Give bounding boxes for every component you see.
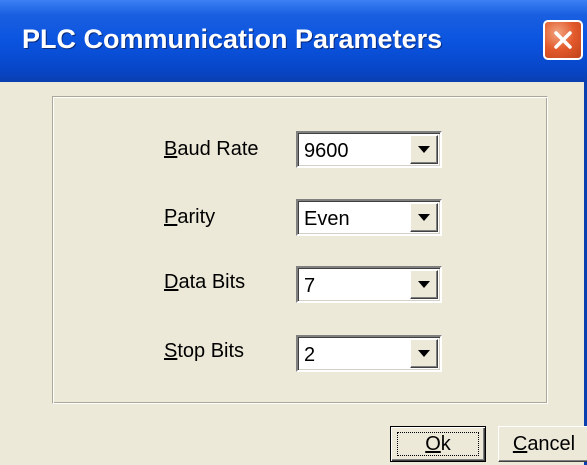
title-bar[interactable]: PLC Communication Parameters [0,0,587,82]
ok-button[interactable]: Ok [390,426,486,462]
baud-rate-label: Baud Rate [164,138,259,160]
stop-bits-dropdown-button[interactable] [410,339,438,368]
baud-rate-value: 9600 [304,140,349,162]
cancel-button-label: Cancel [512,432,576,455]
close-icon [554,31,572,49]
data-bits-value: 7 [304,275,316,297]
baud-rate-dropdown[interactable]: 9600 [296,131,442,168]
chevron-down-icon [418,350,430,357]
window-title: PLC Communication Parameters [22,24,443,54]
chevron-down-icon [418,214,430,221]
parity-dropdown[interactable]: Even [296,199,442,236]
stop-bits-dropdown[interactable]: 2 [296,335,442,372]
stop-bits-value: 2 [304,344,316,366]
data-bits-label: Data Bits [164,271,246,293]
chevron-down-icon [418,281,430,288]
ok-button-label: Ok [425,432,451,455]
baud-rate-dropdown-button[interactable] [410,135,438,164]
parity-label: Parity [164,206,216,228]
parity-dropdown-button[interactable] [410,203,438,232]
cancel-button[interactable]: Cancel [498,426,587,462]
stop-bits-label: Stop Bits [164,340,245,362]
close-button[interactable] [543,20,583,60]
data-bits-dropdown-button[interactable] [410,270,438,299]
data-bits-dropdown[interactable]: 7 [296,266,442,303]
parity-value: Even [304,208,350,230]
chevron-down-icon [418,146,430,153]
